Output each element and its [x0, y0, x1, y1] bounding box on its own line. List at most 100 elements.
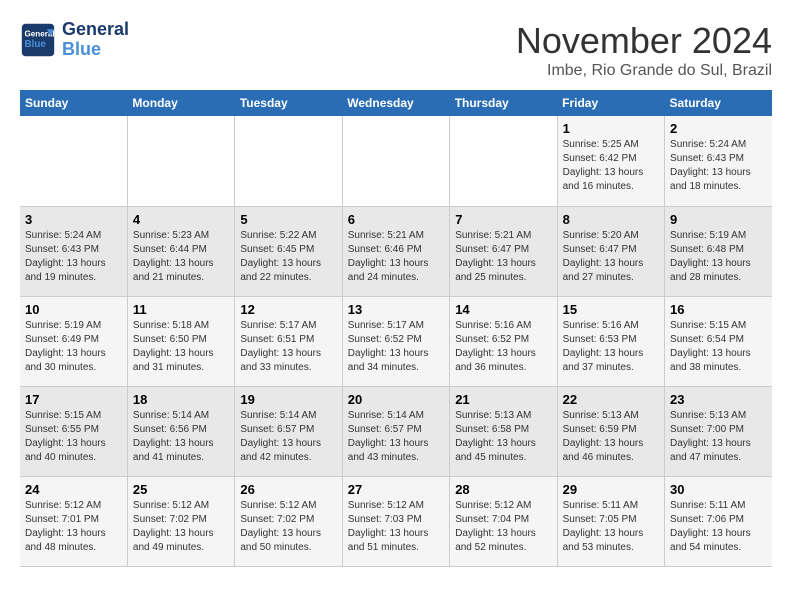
day-cell: 30 Sunrise: 5:11 AM Sunset: 7:06 PM Dayli…: [665, 476, 772, 566]
day-cell: 18 Sunrise: 5:14 AM Sunset: 6:56 PM Dayli…: [127, 386, 234, 476]
day-number: 16: [670, 302, 767, 317]
day-info: Sunrise: 5:15 AM Sunset: 6:55 PM Dayligh…: [25, 409, 122, 465]
day-number: 11: [133, 302, 229, 317]
day-info: Sunrise: 5:12 AM Sunset: 7:01 PM Dayligh…: [25, 499, 122, 555]
day-cell: 14Sunrise: 5:16 AM Sunset: 6:52 PM Dayli…: [450, 296, 557, 386]
title-section: November 2024 Imbe, Rio Grande do Sul, B…: [516, 20, 772, 80]
day-number: 1: [563, 121, 659, 136]
day-info: Sunrise: 5:23 AM Sunset: 6:44 PM Dayligh…: [133, 229, 229, 285]
day-cell: 7Sunrise: 5:21 AM Sunset: 6:47 PM Daylig…: [450, 206, 557, 296]
day-info: Sunrise: 5:25 AM Sunset: 6:42 PM Dayligh…: [563, 138, 659, 194]
day-number: 2: [670, 121, 767, 136]
day-number: 26: [240, 482, 336, 497]
weekday-header-row: Sunday Monday Tuesday Wednesday Thursday…: [20, 90, 772, 116]
day-number: 3: [25, 212, 122, 227]
location-title: Imbe, Rio Grande do Sul, Brazil: [516, 62, 772, 80]
day-number: 8: [563, 212, 659, 227]
day-cell: [342, 116, 449, 206]
day-info: Sunrise: 5:12 AM Sunset: 7:02 PM Dayligh…: [133, 499, 229, 555]
header-friday: Friday: [557, 90, 664, 116]
day-cell: 25 Sunrise: 5:12 AM Sunset: 7:02 PM Dayli…: [127, 476, 234, 566]
header-sunday: Sunday: [20, 90, 127, 116]
day-number: 6: [348, 212, 444, 227]
day-cell: [20, 116, 127, 206]
day-cell: 15 Sunrise: 5:16 AM Sunset: 6:53 PM Dayli…: [557, 296, 664, 386]
day-cell: 24 Sunrise: 5:12 AM Sunset: 7:01 PM Dayli…: [20, 476, 127, 566]
header-monday: Monday: [127, 90, 234, 116]
header-tuesday: Tuesday: [235, 90, 342, 116]
day-info: Sunrise: 5:21 AM Sunset: 6:47 PM Dayligh…: [455, 229, 551, 285]
day-number: 15: [563, 302, 659, 317]
day-number: 25: [133, 482, 229, 497]
day-cell: 2 Sunrise: 5:24 AM Sunset: 6:43 PM Daylig…: [665, 116, 772, 206]
day-info: Sunrise: 5:24 AM Sunset: 6:43 PM Dayligh…: [670, 138, 767, 194]
day-number: 19: [240, 392, 336, 407]
day-cell: 4 Sunrise: 5:23 AM Sunset: 6:44 PM Daylig…: [127, 206, 234, 296]
day-info: Sunrise: 5:18 AM Sunset: 6:50 PM Dayligh…: [133, 319, 229, 375]
day-number: 24: [25, 482, 122, 497]
day-info: Sunrise: 5:16 AM Sunset: 6:52 PM Dayligh…: [455, 319, 551, 375]
day-cell: 29 Sunrise: 5:11 AM Sunset: 7:05 PM Dayli…: [557, 476, 664, 566]
day-cell: 17 Sunrise: 5:15 AM Sunset: 6:55 PM Dayli…: [20, 386, 127, 476]
day-number: 29: [563, 482, 659, 497]
day-number: 28: [455, 482, 551, 497]
day-info: Sunrise: 5:21 AM Sunset: 6:46 PM Dayligh…: [348, 229, 444, 285]
day-cell: 3Sunrise: 5:24 AM Sunset: 6:43 PM Daylig…: [20, 206, 127, 296]
day-cell: 16Sunrise: 5:15 AM Sunset: 6:54 PM Dayli…: [665, 296, 772, 386]
day-cell: 1 Sunrise: 5:25 AM Sunset: 6:42 PM Daylig…: [557, 116, 664, 206]
header-saturday: Saturday: [665, 90, 772, 116]
week-row-4: 17 Sunrise: 5:15 AM Sunset: 6:55 PM Dayli…: [20, 386, 772, 476]
day-cell: [127, 116, 234, 206]
day-number: 17: [25, 392, 122, 407]
day-cell: 27 Sunrise: 5:12 AM Sunset: 7:03 PM Dayli…: [342, 476, 449, 566]
day-info: Sunrise: 5:14 AM Sunset: 6:57 PM Dayligh…: [240, 409, 336, 465]
day-info: Sunrise: 5:17 AM Sunset: 6:51 PM Dayligh…: [240, 319, 336, 375]
day-info: Sunrise: 5:14 AM Sunset: 6:56 PM Dayligh…: [133, 409, 229, 465]
day-number: 23: [670, 392, 767, 407]
day-number: 22: [563, 392, 659, 407]
week-row-1: 1 Sunrise: 5:25 AM Sunset: 6:42 PM Daylig…: [20, 116, 772, 206]
day-number: 18: [133, 392, 229, 407]
day-info: Sunrise: 5:16 AM Sunset: 6:53 PM Dayligh…: [563, 319, 659, 375]
day-info: Sunrise: 5:17 AM Sunset: 6:52 PM Dayligh…: [348, 319, 444, 375]
logo-icon: General Blue: [20, 22, 56, 58]
svg-text:Blue: Blue: [25, 39, 47, 50]
day-cell: 9 Sunrise: 5:19 AM Sunset: 6:48 PM Daylig…: [665, 206, 772, 296]
day-info: Sunrise: 5:12 AM Sunset: 7:03 PM Dayligh…: [348, 499, 444, 555]
day-cell: 10Sunrise: 5:19 AM Sunset: 6:49 PM Dayli…: [20, 296, 127, 386]
day-number: 20: [348, 392, 444, 407]
day-info: Sunrise: 5:14 AM Sunset: 6:57 PM Dayligh…: [348, 409, 444, 465]
day-cell: 12 Sunrise: 5:17 AM Sunset: 6:51 PM Dayli…: [235, 296, 342, 386]
day-number: 10: [25, 302, 122, 317]
day-number: 27: [348, 482, 444, 497]
calendar-body: 1 Sunrise: 5:25 AM Sunset: 6:42 PM Daylig…: [20, 116, 772, 566]
day-info: Sunrise: 5:12 AM Sunset: 7:04 PM Dayligh…: [455, 499, 551, 555]
day-cell: 19 Sunrise: 5:14 AM Sunset: 6:57 PM Dayli…: [235, 386, 342, 476]
logo: General Blue General Blue: [20, 20, 129, 60]
day-cell: 6 Sunrise: 5:21 AM Sunset: 6:46 PM Daylig…: [342, 206, 449, 296]
day-info: Sunrise: 5:19 AM Sunset: 6:48 PM Dayligh…: [670, 229, 767, 285]
day-number: 4: [133, 212, 229, 227]
day-number: 30: [670, 482, 767, 497]
header-wednesday: Wednesday: [342, 90, 449, 116]
day-cell: 8 Sunrise: 5:20 AM Sunset: 6:47 PM Daylig…: [557, 206, 664, 296]
day-cell: 23 Sunrise: 5:13 AM Sunset: 7:00 PM Dayli…: [665, 386, 772, 476]
day-cell: 22 Sunrise: 5:13 AM Sunset: 6:59 PM Dayli…: [557, 386, 664, 476]
day-cell: 13 Sunrise: 5:17 AM Sunset: 6:52 PM Dayli…: [342, 296, 449, 386]
day-number: 13: [348, 302, 444, 317]
day-info: Sunrise: 5:11 AM Sunset: 7:06 PM Dayligh…: [670, 499, 767, 555]
day-info: Sunrise: 5:13 AM Sunset: 7:00 PM Dayligh…: [670, 409, 767, 465]
day-cell: 20 Sunrise: 5:14 AM Sunset: 6:57 PM Dayli…: [342, 386, 449, 476]
page-header: General Blue General Blue November 2024 …: [20, 20, 772, 80]
day-info: Sunrise: 5:11 AM Sunset: 7:05 PM Dayligh…: [563, 499, 659, 555]
day-number: 12: [240, 302, 336, 317]
month-title: November 2024: [516, 20, 772, 62]
week-row-3: 10Sunrise: 5:19 AM Sunset: 6:49 PM Dayli…: [20, 296, 772, 386]
day-cell: 21Sunrise: 5:13 AM Sunset: 6:58 PM Dayli…: [450, 386, 557, 476]
day-cell: [450, 116, 557, 206]
day-info: Sunrise: 5:13 AM Sunset: 6:59 PM Dayligh…: [563, 409, 659, 465]
day-info: Sunrise: 5:22 AM Sunset: 6:45 PM Dayligh…: [240, 229, 336, 285]
day-info: Sunrise: 5:20 AM Sunset: 6:47 PM Dayligh…: [563, 229, 659, 285]
day-number: 9: [670, 212, 767, 227]
day-number: 5: [240, 212, 336, 227]
